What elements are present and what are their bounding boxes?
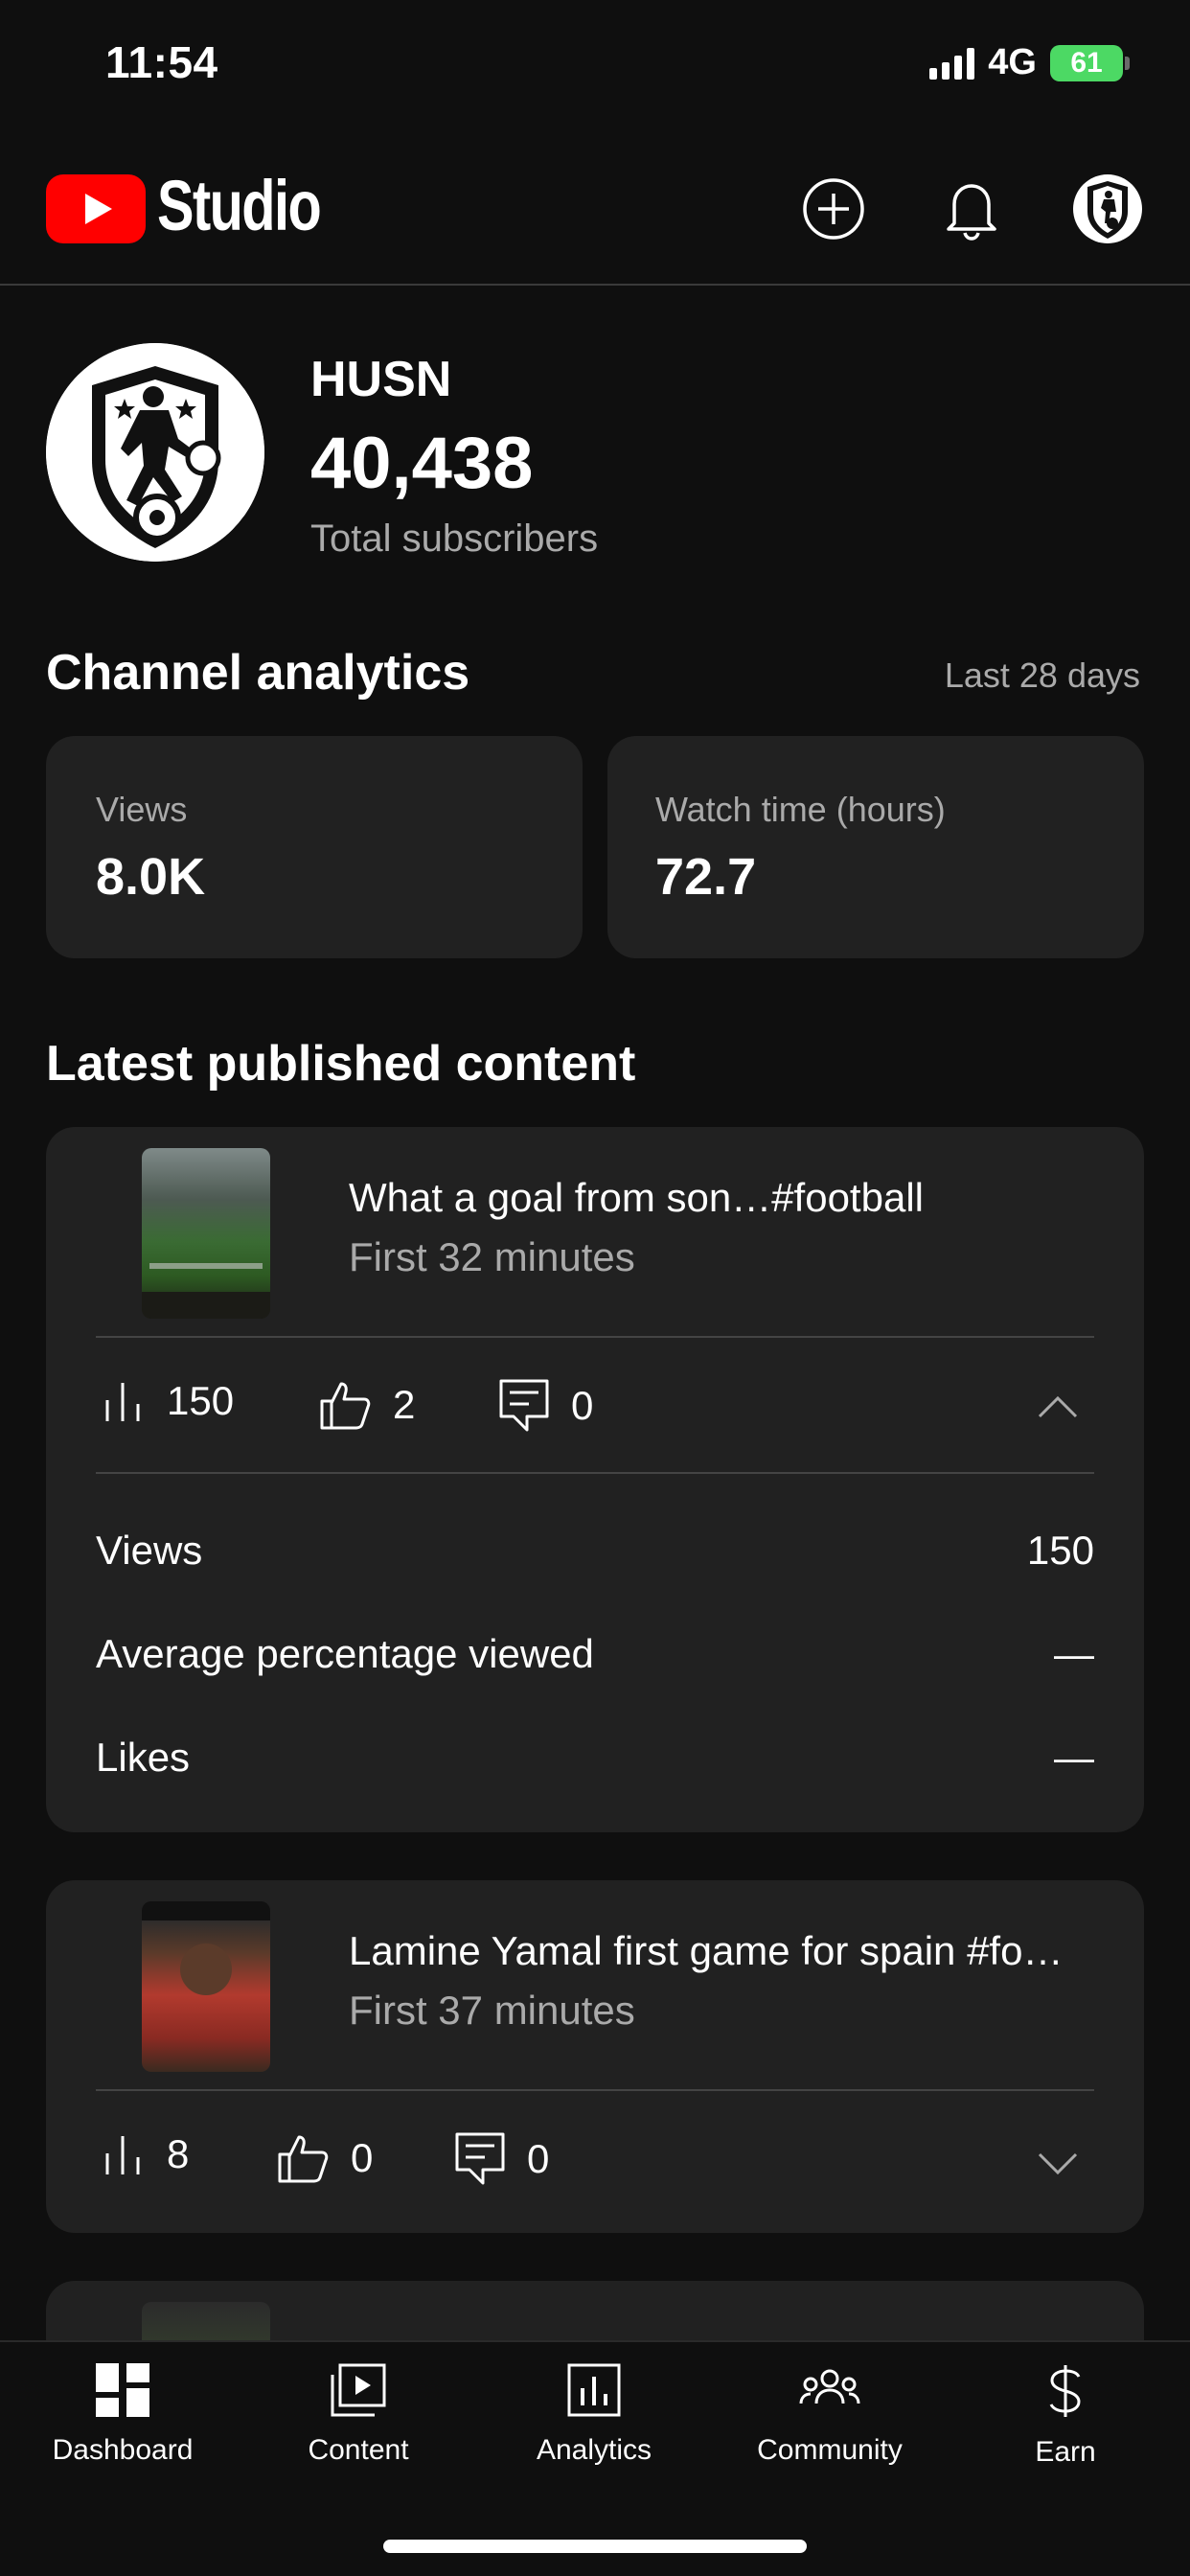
video-thumbnail[interactable]: [142, 1148, 270, 1319]
network-type: 4G: [988, 42, 1037, 82]
collapse-button[interactable]: [1037, 1386, 1079, 1428]
bar-chart-icon: [105, 1383, 140, 1421]
content-icon: [331, 2363, 386, 2417]
home-indicator[interactable]: [383, 2540, 807, 2553]
content-card[interactable]: What a goal from son…#football First 32 …: [46, 1127, 1144, 1832]
nav-community[interactable]: Community: [724, 2363, 935, 2467]
comments-count: 0: [571, 1383, 594, 1428]
app-header: Studio: [0, 153, 1190, 286]
chevron-up-icon: [1038, 1395, 1078, 1418]
views-card-value: 8.0K: [96, 848, 206, 906]
watch-time-card[interactable]: Watch time (hours) 72.7: [607, 736, 1144, 958]
comments-metric: 0: [454, 2131, 549, 2187]
battery-icon: 61: [1050, 44, 1130, 81]
comments-metric: 0: [498, 1378, 593, 1434]
chevron-down-icon: [1038, 2152, 1078, 2175]
analytics-range[interactable]: Last 28 days: [945, 656, 1140, 696]
watch-time-card-value: 72.7: [655, 848, 757, 906]
nav-analytics[interactable]: Analytics: [489, 2363, 699, 2467]
content-card[interactable]: Lamine Yamal first game for spain #fo… F…: [46, 1880, 1144, 2233]
views-card[interactable]: Views 8.0K: [46, 736, 583, 958]
detail-likes-value: —: [1054, 1735, 1094, 1780]
comments-count: 0: [527, 2136, 550, 2181]
video-title[interactable]: What a goal from son…#football: [349, 1175, 924, 1221]
likes-count: 0: [351, 2135, 374, 2180]
notifications-button[interactable]: [935, 172, 1008, 245]
cellular-signal-icon: [929, 47, 975, 80]
nav-dashboard[interactable]: Dashboard: [17, 2363, 228, 2467]
channel-avatar-icon: [1073, 174, 1142, 243]
bar-chart-icon: [105, 2136, 140, 2174]
latest-section-title: Latest published content: [46, 1036, 636, 1092]
video-period: First 37 minutes: [349, 1988, 635, 2033]
detail-avg-viewed-value: —: [1054, 1631, 1094, 1676]
nav-dashboard-label: Dashboard: [52, 2434, 194, 2466]
comment-icon: [499, 1379, 549, 1432]
divider: [96, 1336, 1094, 1338]
community-icon: [799, 2369, 860, 2404]
app-title: Studio: [157, 166, 322, 245]
views-count: 150: [167, 1378, 235, 1423]
views-count: 8: [167, 2131, 190, 2176]
divider: [96, 1472, 1094, 1474]
video-thumbnail[interactable]: [142, 1901, 270, 2072]
detail-likes-label: Likes: [96, 1735, 191, 1780]
status-time: 11:54: [105, 37, 218, 87]
divider: [96, 2089, 1094, 2091]
video-title[interactable]: Lamine Yamal first game for spain #fo…: [349, 1928, 1063, 1974]
comment-icon: [455, 2132, 505, 2185]
subscriber-count: 40,438: [310, 423, 534, 504]
likes-count: 2: [393, 1382, 416, 1427]
bell-icon: [947, 179, 996, 241]
battery-level: 61: [1070, 46, 1103, 79]
views-card-label: Views: [96, 790, 188, 829]
nav-content-label: Content: [308, 2434, 409, 2466]
nav-earn[interactable]: Earn: [960, 2363, 1171, 2469]
likes-metric: 0: [276, 2131, 373, 2185]
create-button[interactable]: [797, 172, 870, 245]
watch-time-card-label: Watch time (hours): [655, 790, 946, 829]
nav-community-label: Community: [757, 2434, 903, 2466]
channel-avatar[interactable]: [46, 343, 264, 562]
channel-name: HUSN: [310, 352, 452, 407]
dollar-icon: [1049, 2365, 1081, 2417]
analytics-icon: [567, 2363, 621, 2417]
views-metric: 8: [102, 2131, 189, 2177]
youtube-logo-icon: [46, 174, 146, 243]
nav-analytics-label: Analytics: [536, 2434, 652, 2466]
detail-views-value: 150: [1026, 1528, 1094, 1573]
nav-content[interactable]: Content: [253, 2363, 464, 2467]
status-indicators: 4G 61: [929, 42, 1130, 83]
channel-logo-icon: [46, 343, 264, 562]
dashboard-icon: [96, 2363, 149, 2417]
detail-avg-viewed-label: Average percentage viewed: [96, 1631, 594, 1676]
likes-metric: 2: [318, 1378, 415, 1432]
add-circle-icon: [803, 178, 864, 240]
video-period: First 32 minutes: [349, 1234, 635, 1279]
views-metric: 150: [102, 1378, 234, 1424]
thumbs-up-icon: [320, 1382, 371, 1430]
analytics-section-title: Channel analytics: [46, 645, 470, 701]
thumbs-up-icon: [278, 2135, 329, 2183]
account-avatar-button[interactable]: [1071, 172, 1144, 245]
expand-button[interactable]: [1037, 2143, 1079, 2185]
detail-views-label: Views: [96, 1528, 203, 1573]
subscriber-label: Total subscribers: [310, 518, 599, 560]
nav-earn-label: Earn: [1035, 2436, 1096, 2468]
